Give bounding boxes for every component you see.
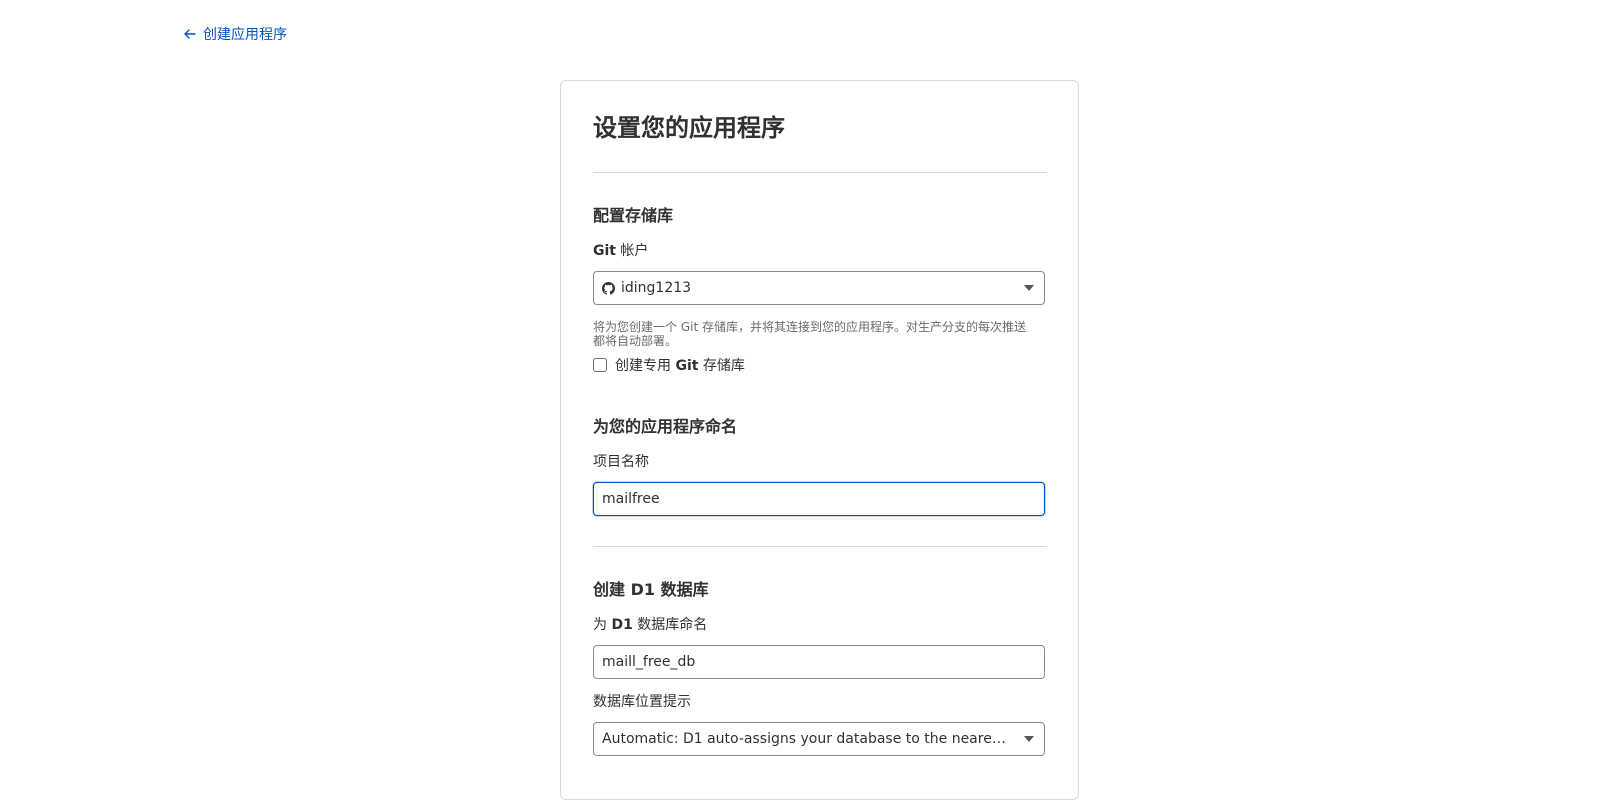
db-location-label: 数据库位置提示 [593,694,691,710]
db-name-label-pre: 为 [593,617,612,633]
db-name-label-bold: D1 [611,617,633,633]
d1-title-bold: D1 [630,580,655,599]
git-account-label-bold: Git [593,243,616,259]
checkbox-label-post: 存储库 [698,358,745,374]
d1-db-name-input[interactable]: maill_free_db [593,645,1045,679]
git-account-help-text: 将为您创建一个 Git 存储库，并将其连接到您的应用程序。对生产分支的每次推送都… [593,320,1026,348]
git-account-select[interactable]: iding1213 [593,271,1045,305]
db-name-label-post: 数据库命名 [632,617,708,633]
git-account-value: iding1213 [621,280,692,296]
d1-db-name-label: 为 D1 数据库命名 [593,615,707,635]
d1-title-pre: 创建 [593,580,631,599]
repo-section-title: 配置存储库 [593,206,674,225]
github-icon [602,281,615,295]
divider [593,546,1047,547]
private-repo-checkbox[interactable] [593,358,607,372]
arrow-left-icon [184,29,196,39]
project-name-label: 项目名称 [593,454,649,470]
name-section-title: 为您的应用程序命名 [593,417,738,436]
setup-card: 设置您的应用程序 配置存储库 Git 帐户 iding1213 将为您创建一个 … [560,80,1079,800]
git-account-label: Git 帐户 [593,241,648,261]
back-to-create-app-link[interactable]: 创建应用程序 [183,23,287,45]
back-link-label: 创建应用程序 [203,27,287,43]
checkbox-label-bold: Git [675,358,699,374]
d1-section-title: 创建 D1 数据库 [593,578,709,602]
project-name-input[interactable]: mailfree [593,482,1045,516]
private-repo-checkbox-row[interactable]: 创建专用 Git 存储库 [593,355,745,375]
git-account-label-rest: 帐户 [615,243,649,259]
project-name-value: mailfree [602,491,660,507]
db-location-select[interactable]: Automatic: D1 auto-assigns your database… [593,722,1045,756]
d1-db-name-value: maill_free_db [602,654,696,670]
page-title: 设置您的应用程序 [593,114,785,142]
db-location-value: Automatic: D1 auto-assigns your database… [602,731,1010,747]
d1-title-post: 数据库 [655,580,709,599]
private-repo-checkbox-label: 创建专用 Git 存储库 [615,355,745,375]
chevron-down-icon [1024,285,1034,291]
checkbox-label-pre: 创建专用 [615,358,676,374]
chevron-down-icon [1024,736,1034,742]
divider [593,172,1047,173]
